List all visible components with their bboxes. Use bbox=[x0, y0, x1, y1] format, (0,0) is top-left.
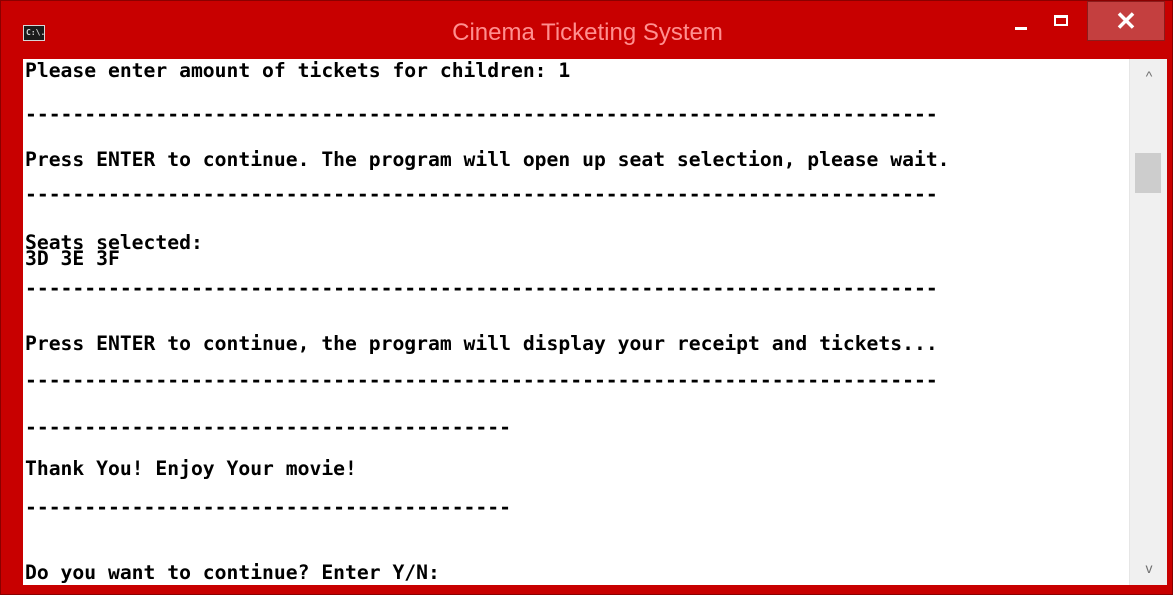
title-bar[interactable]: C:\. Cinema Ticketing System ✕ bbox=[1, 1, 1173, 59]
close-button[interactable]: ✕ bbox=[1087, 1, 1165, 41]
console-line: 3D 3E 3F bbox=[25, 247, 120, 270]
console-line: Do you want to continue? Enter Y/N: bbox=[25, 561, 440, 584]
maximize-icon bbox=[1054, 15, 1068, 26]
window-title: Cinema Ticketing System bbox=[452, 19, 723, 46]
scroll-down-arrow-icon[interactable]: v bbox=[1130, 551, 1167, 585]
console-line: ----------------------------------------… bbox=[25, 416, 511, 439]
console-window: C:\. Cinema Ticketing System ✕ Please en… bbox=[0, 0, 1173, 595]
vertical-scrollbar[interactable]: ^ v bbox=[1129, 59, 1167, 585]
minimize-button[interactable] bbox=[1004, 11, 1038, 39]
console-line: ----------------------------------------… bbox=[25, 496, 511, 519]
console-line: ----------------------------------------… bbox=[25, 103, 938, 126]
console-line: Please enter amount of tickets for child… bbox=[25, 59, 571, 82]
console-line: ----------------------------------------… bbox=[25, 277, 938, 300]
console-line: ----------------------------------------… bbox=[25, 369, 938, 392]
maximize-button[interactable] bbox=[1044, 11, 1078, 39]
console-line: Thank You! Enjoy Your movie! bbox=[25, 457, 357, 480]
console-client-area: Please enter amount of tickets for child… bbox=[23, 59, 1167, 585]
console-line: Press ENTER to continue. The program wil… bbox=[25, 148, 950, 171]
scroll-thumb[interactable] bbox=[1135, 153, 1161, 193]
console-line: Press ENTER to continue, the program wil… bbox=[25, 332, 938, 355]
console-output[interactable]: Please enter amount of tickets for child… bbox=[23, 59, 1129, 585]
console-line: ----------------------------------------… bbox=[25, 183, 938, 206]
minimize-icon bbox=[1015, 27, 1027, 30]
scroll-up-arrow-icon[interactable]: ^ bbox=[1130, 59, 1167, 93]
